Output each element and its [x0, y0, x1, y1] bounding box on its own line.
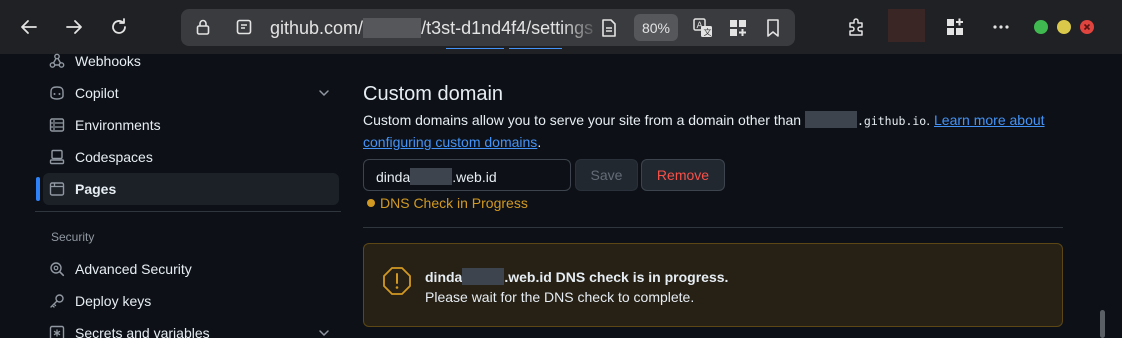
- shield-search-icon: [50, 262, 65, 277]
- lock-icon[interactable]: [194, 18, 212, 41]
- sidebar-item-label: Copilot: [75, 85, 119, 101]
- sidebar-item-label: Secrets and variables: [75, 325, 210, 338]
- active-indicator: [36, 177, 40, 201]
- sidebar-item-pages[interactable]: Pages: [43, 173, 339, 205]
- sidebar-item-label: Webhooks: [75, 53, 141, 69]
- reload-button[interactable]: [102, 10, 136, 44]
- zoom-badge[interactable]: 80%: [634, 14, 678, 41]
- codespaces-icon: [49, 149, 65, 165]
- more-horizontal-icon: [993, 25, 1009, 29]
- sidebar-divider: [35, 211, 341, 212]
- pages-settings-main: Custom domain Custom domains allow you t…: [340, 48, 1122, 338]
- bookmark-icon[interactable]: [765, 18, 781, 43]
- custom-domain-value: dinda .web.id: [376, 168, 497, 185]
- translate-icon[interactable]: A文: [692, 17, 714, 44]
- key-icon: [50, 294, 64, 308]
- sidebar-item-environments[interactable]: Environments: [43, 109, 339, 141]
- back-button[interactable]: [12, 10, 46, 44]
- extensions-button[interactable]: [840, 10, 874, 44]
- arrow-left-icon: [21, 20, 37, 34]
- url-redacted: [363, 18, 422, 38]
- sidebar-item-advanced-security[interactable]: Advanced Security: [43, 253, 339, 285]
- status-dot: [367, 199, 375, 207]
- maximize-button[interactable]: [1057, 20, 1071, 34]
- menu-button[interactable]: [984, 10, 1018, 44]
- sidebar-item-label: Environments: [75, 117, 161, 133]
- sidebar-item-webhooks[interactable]: Webhooks: [43, 45, 339, 77]
- dns-status: DNS Check in Progress: [367, 195, 528, 211]
- custom-domain-input[interactable]: dinda .web.id: [363, 159, 571, 191]
- server-icon: [49, 118, 65, 132]
- apps-icon[interactable]: [728, 18, 748, 43]
- url-start: github.com/: [270, 18, 364, 38]
- sidebar-item-deploy-keys[interactable]: Deploy keys: [43, 285, 339, 317]
- sidebar-item-secrets-and-variables[interactable]: Secrets and variables: [43, 317, 339, 338]
- save-button[interactable]: Save: [575, 159, 638, 191]
- profile-avatar[interactable]: [888, 9, 925, 42]
- sidebar-item-copilot[interactable]: Copilot: [43, 77, 339, 109]
- redacted-domain: [410, 168, 453, 185]
- alert-octagon-icon: [383, 267, 411, 295]
- sidebar-item-label: Advanced Security: [75, 261, 192, 277]
- collections-button[interactable]: [938, 10, 972, 44]
- copilot-icon: [50, 86, 64, 100]
- reader-view-icon[interactable]: [600, 18, 618, 43]
- custom-domain-title: Custom domain: [363, 83, 504, 105]
- webhook-icon: [49, 53, 65, 68]
- minimize-button[interactable]: [1034, 20, 1048, 34]
- partial-links: [446, 48, 562, 50]
- browser-icon: [49, 182, 65, 196]
- close-window-button[interactable]: [1080, 20, 1094, 34]
- settings-sidebar: Webhooks Copilot Environments Codespaces…: [0, 53, 341, 338]
- remove-button[interactable]: Remove: [641, 159, 725, 191]
- custom-domain-description: Custom domains allow you to serve your s…: [363, 111, 1045, 150]
- apps-add-icon: [947, 18, 963, 35]
- page-scrollbar[interactable]: [1100, 310, 1105, 338]
- reload-icon: [112, 18, 126, 34]
- puzzle-icon: [849, 18, 863, 36]
- site-info-icon[interactable]: [235, 18, 253, 41]
- redacted-domain: [462, 268, 505, 285]
- forward-button[interactable]: [57, 10, 91, 44]
- sidebar-item-label: Deploy keys: [75, 293, 152, 309]
- close-icon: [1083, 23, 1091, 31]
- notice-title: dinda .web.id DNS check is in progress.: [425, 268, 729, 285]
- sidebar-item-label: Codespaces: [75, 149, 153, 165]
- section-divider: [363, 227, 1063, 228]
- asterisk-icon: [49, 325, 65, 338]
- dns-check-notice: dinda .web.id DNS check is in progress. P…: [363, 243, 1063, 327]
- redacted-username: [804, 111, 857, 128]
- chevron-down-icon[interactable]: [317, 326, 331, 338]
- svg-text:文: 文: [704, 27, 712, 37]
- sidebar-item-codespaces[interactable]: Codespaces: [43, 141, 339, 173]
- chevron-down-icon[interactable]: [317, 86, 331, 100]
- notice-message: Please wait for the DNS check to complet…: [425, 289, 695, 305]
- arrow-right-icon: [66, 20, 82, 34]
- url-text[interactable]: github.com//t3st-d1nd4f4/settings: [270, 18, 593, 39]
- sidebar-section-security: Security: [51, 230, 95, 244]
- address-bar[interactable]: github.com//t3st-d1nd4f4/settings 80% A文: [181, 9, 795, 46]
- sidebar-item-label: Pages: [75, 181, 117, 197]
